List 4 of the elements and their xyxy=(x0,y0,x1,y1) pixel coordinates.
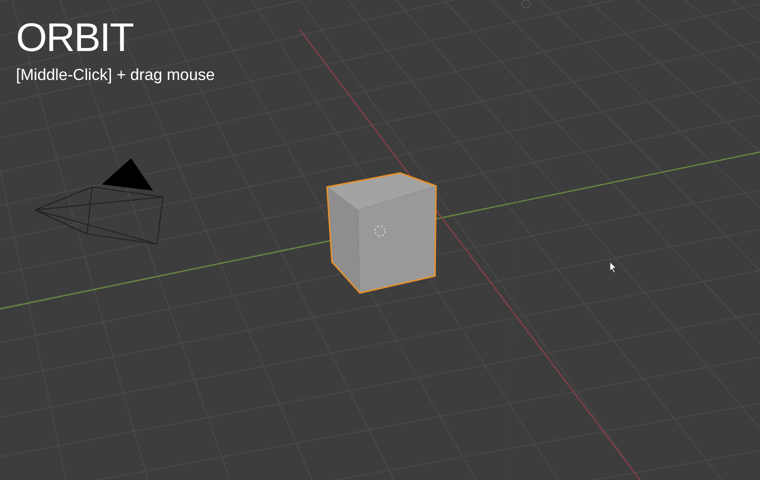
mouse-pointer-icon xyxy=(610,262,616,274)
light-icon xyxy=(522,0,530,8)
mode-title: ORBIT xyxy=(16,15,134,62)
shortcut-hint: [Middle-Click] + drag mouse xyxy=(16,66,215,86)
